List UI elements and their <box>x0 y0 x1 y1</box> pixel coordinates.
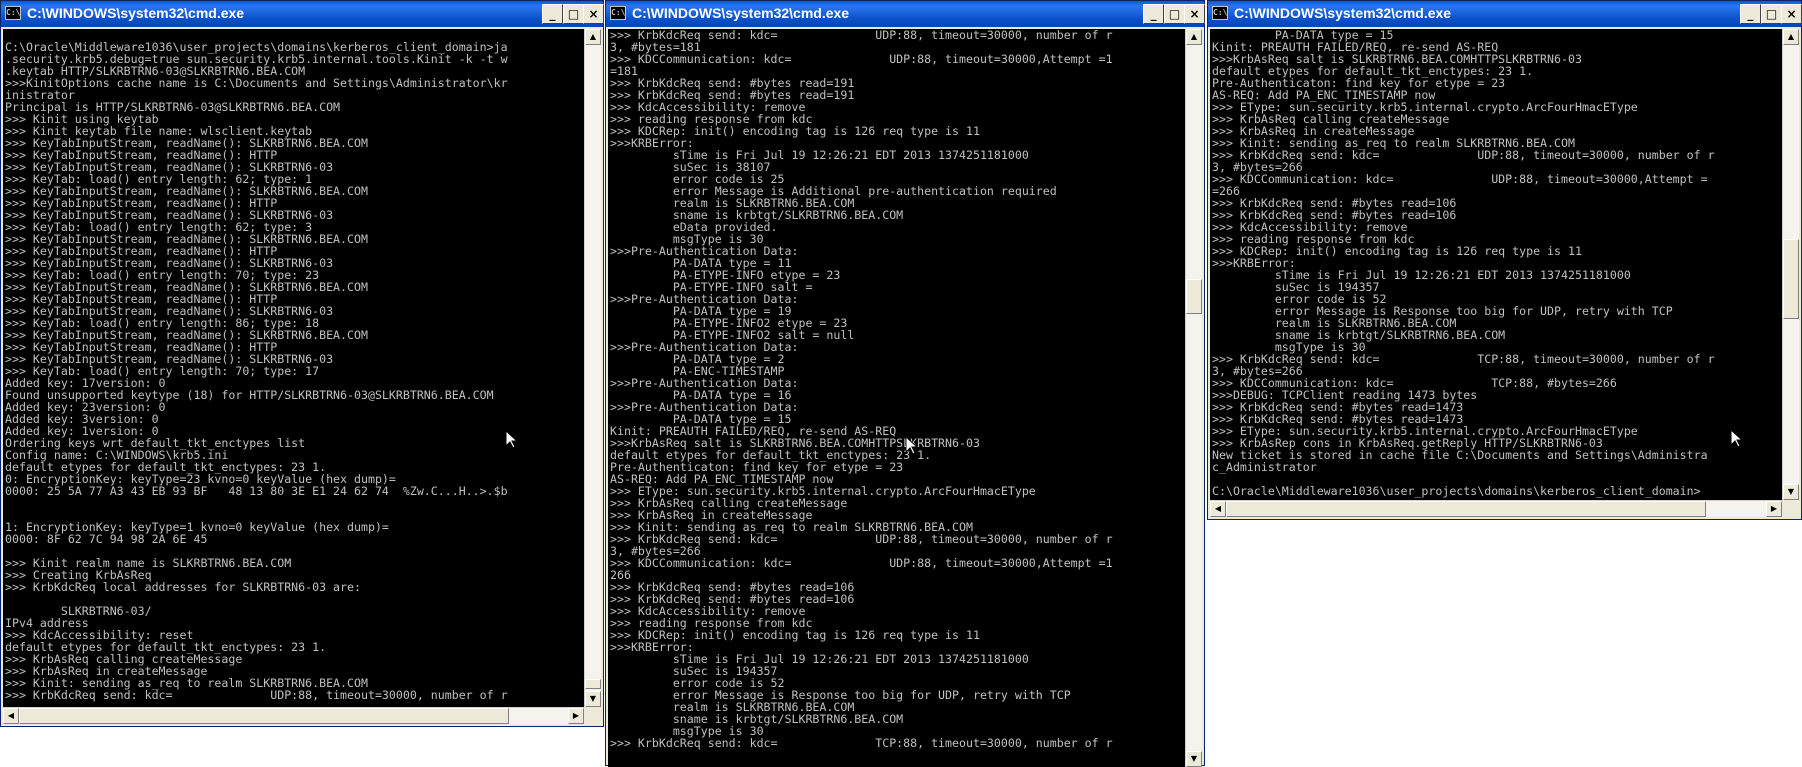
horizontal-scrollbar[interactable]: ◀ ▶ <box>3 707 584 724</box>
scroll-left-icon[interactable]: ◀ <box>3 708 19 724</box>
mouse-cursor-icon <box>1730 428 1744 452</box>
cmd-window-3[interactable]: C:\ C:\WINDOWS\system32\cmd.exe _ □ × PA… <box>1207 0 1802 520</box>
scroll-up-icon[interactable]: ▲ <box>585 29 601 45</box>
close-button[interactable]: × <box>1184 4 1205 24</box>
vertical-scrollbar[interactable]: ▲ ▼ <box>1782 29 1799 500</box>
maximize-button[interactable]: □ <box>1761 4 1782 24</box>
window-title: C:\WINDOWS\system32\cmd.exe <box>27 5 245 21</box>
scroll-up-icon[interactable]: ▲ <box>1783 29 1799 45</box>
close-button[interactable]: × <box>583 4 604 24</box>
scroll-right-icon[interactable]: ▶ <box>1766 501 1782 517</box>
scroll-thumb[interactable] <box>585 679 601 689</box>
mouse-cursor-icon <box>505 429 519 453</box>
maximize-button[interactable]: □ <box>563 4 584 24</box>
console-output[interactable]: >>> KrbKdcReq send: kdc= UDP:88, timeout… <box>608 29 1185 767</box>
scroll-down-icon[interactable]: ▼ <box>1186 751 1202 767</box>
cmd-icon: C:\ <box>5 6 21 20</box>
maximize-button[interactable]: □ <box>1164 4 1185 24</box>
cmd-icon: C:\ <box>610 6 626 20</box>
scroll-thumb[interactable] <box>1186 279 1202 314</box>
console-output[interactable]: C:\Oracle\Middleware1036\user_projects\d… <box>3 29 584 707</box>
console-output[interactable]: PA-DATA type = 15 Kinit: PREAUTH FAILED/… <box>1210 29 1782 500</box>
scroll-thumb[interactable] <box>19 708 509 724</box>
console-text: PA-DATA type = 15 Kinit: PREAUTH FAILED/… <box>1212 29 1715 498</box>
cmd-window-2[interactable]: C:\ C:\WINDOWS\system32\cmd.exe _ □ × >>… <box>605 0 1205 767</box>
scroll-up-icon[interactable]: ▲ <box>1186 29 1202 45</box>
minimize-button[interactable]: _ <box>1143 4 1164 24</box>
minimize-button[interactable]: _ <box>1740 4 1761 24</box>
window-titlebar[interactable]: C:\ C:\WINDOWS\system32\cmd.exe _ □ × <box>1 1 604 27</box>
cmd-icon: C:\ <box>1212 6 1228 20</box>
scroll-thumb[interactable] <box>1783 239 1799 319</box>
close-button[interactable]: × <box>1781 4 1802 24</box>
horizontal-scrollbar[interactable]: ◀ ▶ <box>1210 500 1782 517</box>
vertical-scrollbar[interactable]: ▲ ▼ <box>584 29 601 707</box>
scroll-right-icon[interactable]: ▶ <box>568 708 584 724</box>
console-text: C:\Oracle\Middleware1036\user_projects\d… <box>5 40 508 702</box>
mouse-cursor-icon <box>905 435 919 459</box>
scroll-thumb[interactable] <box>1226 501 1706 517</box>
window-titlebar[interactable]: C:\ C:\WINDOWS\system32\cmd.exe _ □ × <box>1208 1 1802 27</box>
scroll-left-icon[interactable]: ◀ <box>1210 501 1226 517</box>
minimize-button[interactable]: _ <box>542 4 563 24</box>
window-title: C:\WINDOWS\system32\cmd.exe <box>632 5 850 21</box>
cmd-window-1[interactable]: C:\ C:\WINDOWS\system32\cmd.exe _ □ × C:… <box>0 0 604 727</box>
scroll-down-icon[interactable]: ▼ <box>1783 484 1799 500</box>
scroll-down-icon[interactable]: ▼ <box>585 691 601 707</box>
window-title: C:\WINDOWS\system32\cmd.exe <box>1234 5 1452 21</box>
console-text: >>> KrbKdcReq send: kdc= UDP:88, timeout… <box>610 29 1113 750</box>
window-titlebar[interactable]: C:\ C:\WINDOWS\system32\cmd.exe _ □ × <box>606 1 1205 27</box>
vertical-scrollbar[interactable]: ▲ ▼ <box>1185 29 1202 767</box>
